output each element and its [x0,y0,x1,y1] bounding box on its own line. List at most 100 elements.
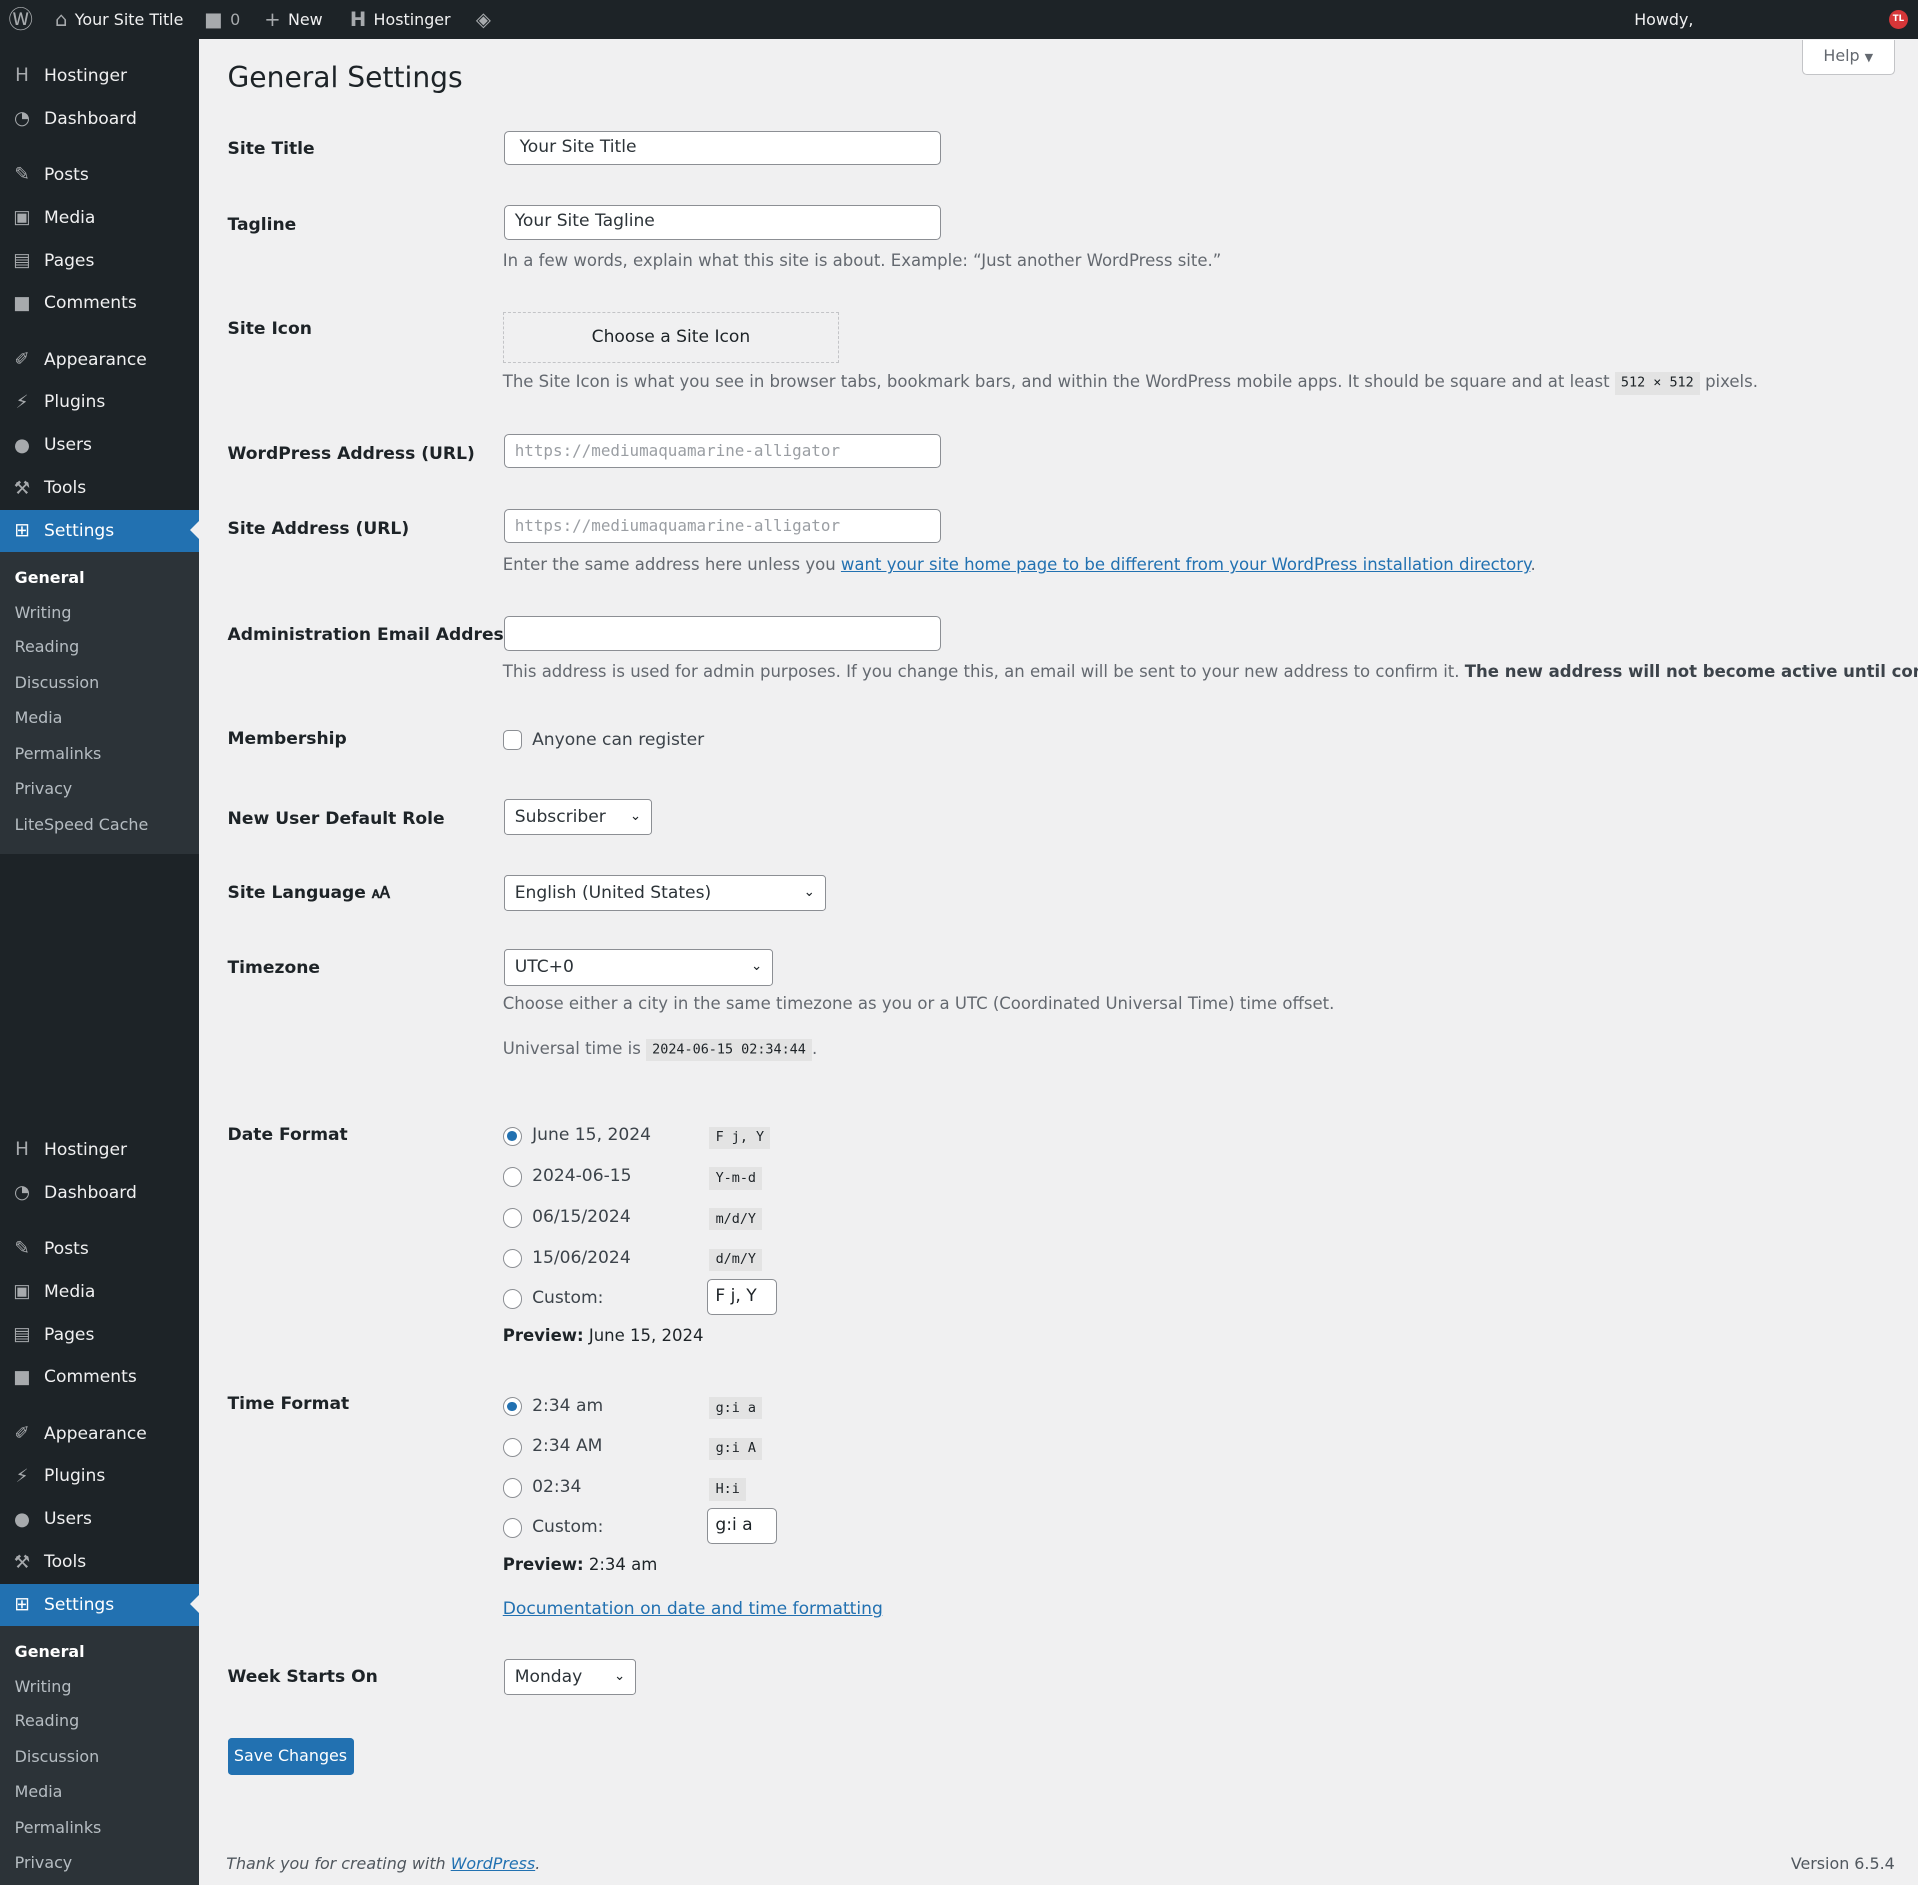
help-label: Help [1823,46,1860,66]
chevron-down-icon: ⌄ [803,884,815,900]
time_format-preview-label: Preview: [502,1554,584,1574]
week-start-label: Week Starts On [227,1667,378,1688]
sidebar-item-label: Comments [44,293,137,314]
chevron-down-icon: ⌄ [614,1668,626,1684]
submenu-item-discussion[interactable]: Discussion [15,1747,100,1766]
time_format-custom-radio[interactable] [502,1518,523,1538]
avatar[interactable]: TL [1888,9,1909,30]
submenu-item-litespeed-cache[interactable]: LiteSpeed Cache [15,815,149,834]
sidebar-item-hostinger[interactable]: H Hostinger [0,1129,199,1171]
save-changes-button[interactable]: Save Changes [227,1738,354,1775]
default-role-select[interactable]: Subscriber ⌄ [503,798,652,836]
date_format-radio[interactable] [502,1126,523,1147]
time_format-custom-input[interactable]: g:i a [707,1508,777,1544]
user-icon: ● [14,1508,31,1530]
time_format-radio[interactable] [502,1478,523,1498]
anyone-can-register-checkbox[interactable] [502,730,523,750]
sidebar-item-pages[interactable]: ▤ Pages [0,1314,199,1356]
date_format-code: F j, Y [709,1126,771,1149]
site-name-link[interactable]: ⌂ Your Site Title [55,0,183,39]
date_format-radio[interactable] [502,1208,523,1228]
site-address-input[interactable]: https://mediumaquamarine-alligator [503,508,941,544]
timezone-value: UTC+0 [514,957,574,978]
sidebar-item-pages[interactable]: ▤ Pages [0,240,199,282]
wp-address-input[interactable]: https://mediumaquamarine-alligator [503,434,941,469]
pin-icon: ✎ [14,1238,30,1260]
sidebar-item-media[interactable]: ▣ Media [0,1271,199,1313]
sidebar-item-posts[interactable]: ✎ Posts [0,154,199,196]
sidebar-item-plugins[interactable]: ⚡ Plugins [0,382,199,424]
sidebar-item-users[interactable]: ● Users [0,1498,199,1540]
universal-time-post: . [811,1038,818,1058]
time_format-option-label[interactable]: 2:34 AM [532,1436,602,1456]
sidebar-item-settings[interactable]: ⊞ Settings [0,510,200,552]
wordpress-logo-icon[interactable]: Ⓦ [9,0,33,39]
litespeed-icon[interactable]: ◈ [476,0,491,39]
choose-site-icon-button[interactable]: Choose a Site Icon [502,311,840,364]
sidebar-item-users[interactable]: ● Users [0,424,199,466]
week-start-select[interactable]: Monday ⌄ [503,1658,637,1696]
sidebar-item-appearance[interactable]: ✐ Appearance [0,339,199,381]
timezone-select[interactable]: UTC+0 ⌄ [503,949,774,986]
date_format-radio[interactable] [502,1167,523,1187]
submenu-background [0,551,200,854]
submenu-item-media[interactable]: Media [15,1782,63,1801]
time_format-preview-value: 2:34 am [588,1554,658,1574]
date_format-option-label[interactable]: 15/06/2024 [532,1248,631,1268]
time_format-option-label[interactable]: 02:34 [532,1477,581,1497]
time_format-radio[interactable] [502,1396,523,1417]
date_format-custom-label[interactable]: Custom: [532,1288,603,1308]
submenu-item-privacy[interactable]: Privacy [15,1853,73,1872]
sidebar-item-dashboard[interactable]: ◔ Dashboard [0,98,199,140]
howdy-account[interactable]: Howdy, [1634,0,1693,39]
site-language-select[interactable]: English (United States) ⌄ [503,874,826,912]
sidebar-item-plugins[interactable]: ⚡ Plugins [0,1456,199,1498]
submenu-item-discussion[interactable]: Discussion [15,673,100,692]
sidebar-item-comments[interactable]: ■ Comments [0,1357,199,1399]
submenu-item-media[interactable]: Media [15,708,63,727]
sidebar-item-hostinger[interactable]: H Hostinger [0,55,199,97]
submenu-item-reading[interactable]: Reading [15,1711,80,1730]
sidebar-item-posts[interactable]: ✎ Posts [0,1228,199,1270]
site-address-desc-post: . [1530,555,1536,575]
home-directory-link[interactable]: want your site home page to be different… [841,555,1531,574]
submenu-item-writing[interactable]: Writing [15,603,72,622]
sidebar-item-comments[interactable]: ■ Comments [0,283,199,325]
date_format-option-label[interactable]: 06/15/2024 [532,1207,631,1227]
time_format-code: g:i a [709,1396,763,1420]
submenu-item-writing[interactable]: Writing [15,1677,72,1696]
admin-email-input[interactable] [503,616,941,651]
date-time-docs-link[interactable]: Documentation on date and time formattin… [503,1599,883,1619]
time_format-radio[interactable] [502,1437,523,1458]
help-button[interactable]: Help ▼ [1801,40,1895,75]
sidebar-item-label: Plugins [44,1466,106,1487]
date_format-custom-input[interactable]: F j, Y [707,1279,777,1315]
submenu-item-general[interactable]: General [15,568,85,587]
submenu-item-permalinks[interactable]: Permalinks [15,1818,102,1837]
date_format-option-label[interactable]: 2024-06-15 [532,1166,631,1186]
submenu-item-privacy[interactable]: Privacy [15,779,73,798]
anyone-can-register-label[interactable]: Anyone can register [532,730,704,750]
sidebar-item-settings[interactable]: ⊞ Settings [0,1584,200,1626]
comments-link[interactable]: ■ 0 [204,0,240,39]
timezone-label: Timezone [227,957,320,978]
submenu-item-reading[interactable]: Reading [15,637,80,656]
sidebar-item-tools[interactable]: ⚒ Tools [0,1541,199,1583]
sidebar-item-appearance[interactable]: ✐ Appearance [0,1413,199,1455]
sidebar-item-tools[interactable]: ⚒ Tools [0,467,199,509]
time_format-custom-label[interactable]: Custom: [532,1517,603,1537]
submenu-item-permalinks[interactable]: Permalinks [15,744,102,763]
wordpress-link[interactable]: WordPress [451,1854,536,1873]
sidebar-item-label: Dashboard [44,1182,137,1203]
site-title-input[interactable]: Your Site Title [503,130,941,166]
submenu-item-general[interactable]: General [15,1642,85,1661]
sidebar-item-dashboard[interactable]: ◔ Dashboard [0,1172,199,1214]
time_format-option-label[interactable]: 2:34 am [532,1396,603,1416]
tagline-input[interactable]: Your Site Tagline [503,205,941,240]
hostinger-link[interactable]: H Hostinger [350,0,451,39]
sidebar-item-media[interactable]: ▣ Media [0,197,199,239]
date_format-custom-radio[interactable] [502,1289,523,1309]
date_format-option-label[interactable]: June 15, 2024 [532,1125,651,1145]
new-content-link[interactable]: + New [264,0,322,39]
date_format-radio[interactable] [502,1248,523,1269]
